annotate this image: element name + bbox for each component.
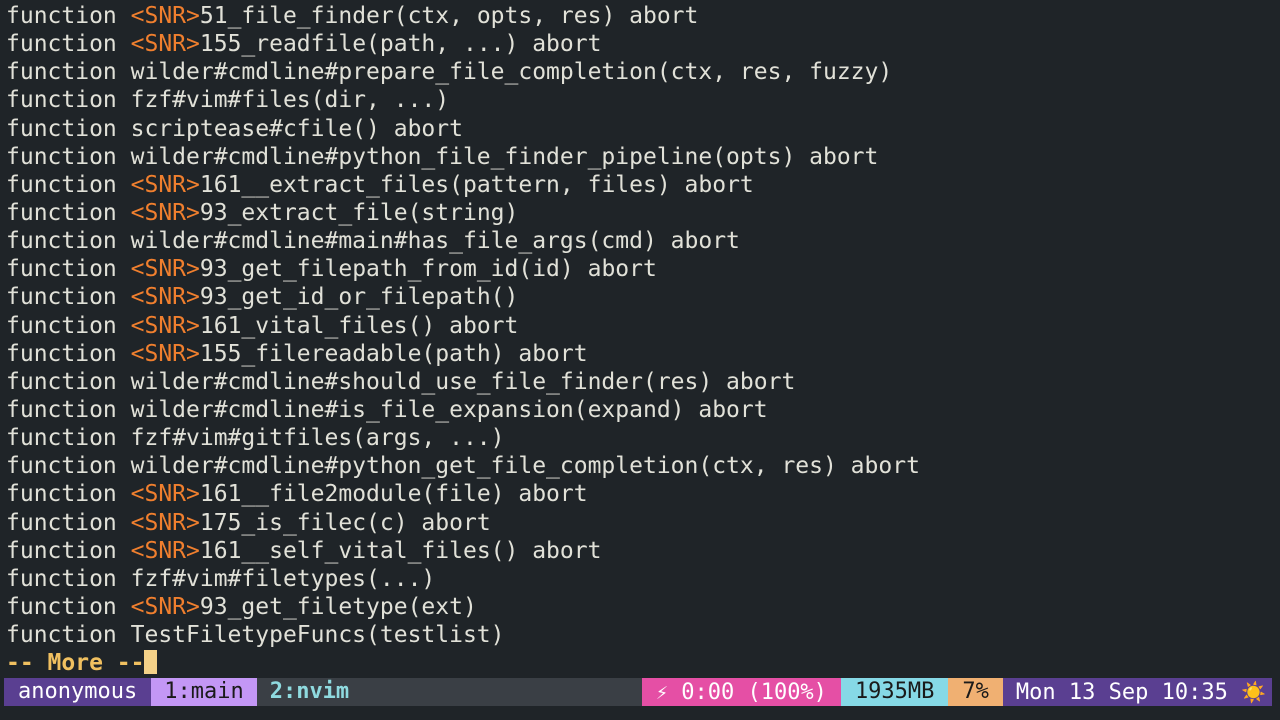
function-text: function: [6, 31, 131, 58]
function-line: function wilder#cmdline#python_get_file_…: [6, 452, 1274, 480]
memory-usage: 1935MB: [840, 678, 949, 706]
snr-prefix: <SNR>: [130, 171, 200, 198]
function-line: function wilder#cmdline#prepare_file_com…: [6, 58, 1274, 86]
snr-prefix: <SNR>: [130, 284, 200, 311]
function-text: 161__file2module(file) abort: [199, 481, 588, 508]
battery-status: ⚡ 0:00 (100%): [641, 678, 841, 706]
function-line: function <SNR>155_filereadable(path) abo…: [6, 340, 1274, 368]
function-text: 93_get_id_or_filepath(): [199, 284, 519, 311]
function-line: function <SNR>161_vital_files() abort: [6, 312, 1274, 340]
function-line: function fzf#vim#filetypes(...): [6, 565, 1274, 593]
snr-prefix: <SNR>: [130, 537, 200, 564]
function-text: function: [6, 312, 131, 339]
function-list: function <SNR>51_file_finder(ctx, opts, …: [6, 2, 1274, 649]
function-line: function scriptease#cfile() abort: [6, 115, 1274, 143]
function-text: function fzf#vim#files(dir, ...): [6, 87, 450, 114]
function-line: function <SNR>93_get_filepath_from_id(id…: [6, 255, 1274, 283]
function-text: 155_filereadable(path) abort: [199, 340, 588, 367]
function-text: function wilder#cmdline#is_file_expansio…: [6, 396, 768, 423]
function-line: function <SNR>161__self_vital_files() ab…: [6, 537, 1274, 565]
snr-prefix: <SNR>: [130, 593, 200, 620]
function-text: function TestFiletypeFuncs(testlist): [6, 622, 505, 649]
clock-text: Mon 13 Sep 10:35: [1015, 680, 1242, 705]
tmux-status-bar: anonymous 1:main 2:nvim ⚡ 0:00 (100%) 19…: [4, 678, 1272, 706]
status-spacer: [362, 678, 642, 706]
snr-prefix: <SNR>: [130, 340, 200, 367]
function-text: function wilder#cmdline#should_use_file_…: [6, 368, 796, 395]
function-text: 161_vital_files() abort: [199, 312, 519, 339]
function-line: function wilder#cmdline#is_file_expansio…: [6, 396, 1274, 424]
function-text: function: [6, 284, 131, 311]
terminal-output: function <SNR>51_file_finder(ctx, opts, …: [6, 2, 1274, 677]
function-line: function wilder#cmdline#main#has_file_ar…: [6, 227, 1274, 255]
function-text: 161__extract_files(pattern, files) abort: [199, 171, 754, 198]
function-text: function: [6, 199, 131, 226]
function-line: function fzf#vim#gitfiles(args, ...): [6, 424, 1274, 452]
function-line: function <SNR>161__file2module(file) abo…: [6, 480, 1274, 508]
function-text: function: [6, 171, 131, 198]
function-line: function <SNR>51_file_finder(ctx, opts, …: [6, 2, 1274, 30]
function-text: function fzf#vim#filetypes(...): [6, 565, 436, 592]
window-tab-main[interactable]: 1:main: [151, 678, 257, 706]
function-text: 51_file_finder(ctx, opts, res) abort: [199, 3, 699, 29]
clock: Mon 13 Sep 10:35 ☀️: [1002, 678, 1272, 706]
function-text: function: [6, 3, 131, 29]
snr-prefix: <SNR>: [130, 481, 200, 508]
function-text: 93_extract_file(string): [199, 199, 519, 226]
snr-prefix: <SNR>: [130, 3, 200, 29]
session-name[interactable]: anonymous: [4, 678, 152, 706]
function-line: function TestFiletypeFuncs(testlist): [6, 621, 1274, 649]
lightning-icon: ⚡: [655, 680, 668, 704]
function-text: function: [6, 593, 131, 620]
snr-prefix: <SNR>: [130, 312, 200, 339]
function-text: function wilder#cmdline#main#has_file_ar…: [6, 228, 740, 255]
function-text: 175_is_filec(c) abort: [199, 509, 491, 536]
function-text: 93_get_filepath_from_id(id) abort: [199, 256, 657, 283]
function-text: function: [6, 537, 131, 564]
function-text: function fzf#vim#gitfiles(args, ...): [6, 425, 505, 452]
sun-icon: ☀️: [1241, 680, 1266, 704]
snr-prefix: <SNR>: [130, 199, 200, 226]
function-text: 93_get_filetype(ext): [199, 593, 477, 620]
function-text: 161__self_vital_files() abort: [199, 537, 602, 564]
function-text: function: [6, 509, 131, 536]
cursor: [144, 650, 158, 675]
window-tab-nvim[interactable]: 2:nvim: [257, 678, 362, 706]
function-line: function <SNR>93_get_id_or_filepath(): [6, 283, 1274, 311]
function-line: function <SNR>93_get_filetype(ext): [6, 593, 1274, 621]
function-text: function: [6, 340, 131, 367]
more-prompt: -- More --: [6, 650, 145, 677]
function-line: function wilder#cmdline#should_use_file_…: [6, 368, 1274, 396]
snr-prefix: <SNR>: [130, 31, 200, 58]
function-line: function <SNR>155_readfile(path, ...) ab…: [6, 30, 1274, 58]
function-line: function <SNR>93_extract_file(string): [6, 199, 1274, 227]
function-text: function scriptease#cfile() abort: [6, 115, 463, 142]
more-prompt-line: -- More --: [6, 649, 1274, 677]
function-line: function <SNR>161__extract_files(pattern…: [6, 171, 1274, 199]
function-text: function wilder#cmdline#prepare_file_com…: [6, 59, 893, 86]
battery-text: 0:00 (100%): [667, 680, 827, 705]
snr-prefix: <SNR>: [130, 509, 200, 536]
snr-prefix: <SNR>: [130, 256, 200, 283]
function-text: function: [6, 481, 131, 508]
function-line: function fzf#vim#files(dir, ...): [6, 86, 1274, 114]
function-text: function wilder#cmdline#python_file_find…: [6, 143, 879, 170]
function-line: function wilder#cmdline#python_file_find…: [6, 143, 1274, 171]
cpu-usage: 7%: [948, 678, 1003, 706]
function-line: function <SNR>175_is_filec(c) abort: [6, 509, 1274, 537]
function-text: function wilder#cmdline#python_get_file_…: [6, 453, 920, 480]
function-text: 155_readfile(path, ...) abort: [199, 31, 602, 58]
function-text: function: [6, 256, 131, 283]
